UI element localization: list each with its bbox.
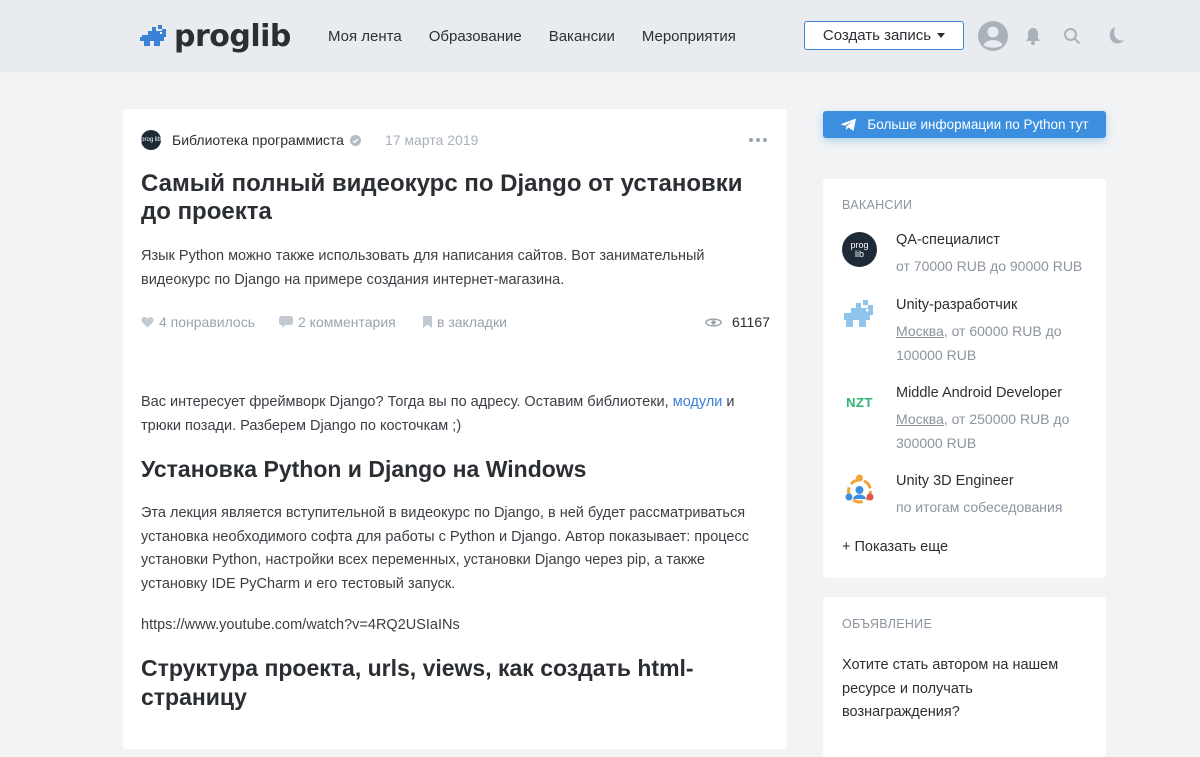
announcement-text[interactable]: Хотите стать автором на нашем ресурсе и … <box>842 654 1082 725</box>
job-logo-nzt: NZT <box>842 385 877 420</box>
create-post-label: Создать запись <box>822 27 932 44</box>
eye-icon <box>705 317 722 327</box>
nav-events[interactable]: Мероприятия <box>642 28 736 45</box>
verified-icon <box>349 134 361 146</box>
source-avatar[interactable]: prog lib <box>141 130 161 150</box>
job-title[interactable]: Middle Android Developer <box>896 385 1062 401</box>
article-stats: 4 понравилось 2 комментария в закладки 6… <box>141 314 770 334</box>
article-meta: prog lib Библиотека программиста 17 март… <box>141 130 478 150</box>
job-details: Москва, от 250000 RUB до 300000 RUB <box>896 408 1101 455</box>
comments-button[interactable]: 2 комментария <box>279 314 396 330</box>
job-salary: от 70000 RUB до 90000 RUB <box>896 258 1083 274</box>
article-title[interactable]: Самый полный видеокурс по Django от уста… <box>141 170 761 226</box>
views-counter: 61167 <box>705 314 770 330</box>
comment-icon <box>279 316 293 328</box>
job-item[interactable]: Unity 3D Engineer по итогам собеседовани… <box>842 473 1102 523</box>
bookmarks-label: в закладки <box>437 314 507 330</box>
bell-icon[interactable] <box>1025 27 1041 45</box>
nav-education[interactable]: Образование <box>429 28 522 45</box>
heart-icon <box>141 316 154 328</box>
modules-link[interactable]: модули <box>673 394 723 410</box>
vacancies-label: ВАКАНСИИ <box>842 198 913 212</box>
main-nav: Моя лента Образование Вакансии Мероприят… <box>328 0 736 72</box>
moon-icon[interactable] <box>1103 26 1125 46</box>
job-logo-text: NZT <box>846 395 873 410</box>
announcement-label: ОБЪЯВЛЕНИЕ <box>842 617 933 631</box>
job-item[interactable]: NZT Middle Android Developer Москва, от … <box>842 385 1102 455</box>
search-icon[interactable] <box>1063 27 1081 45</box>
logo-pixel-icon <box>140 24 166 46</box>
job-item[interactable]: Unity-разработчик Москва, от 60000 RUB д… <box>842 297 1102 367</box>
telegram-icon <box>840 118 857 131</box>
caret-down-icon <box>937 33 946 38</box>
nav-vacancies[interactable]: Вакансии <box>549 28 615 45</box>
job-salary: по итогам собеседования <box>896 499 1063 515</box>
telegram-label: Больше информации по Python тут <box>867 117 1089 132</box>
vacancies-card: ВАКАНСИИ prog lib QA-специалист от 70000… <box>823 179 1106 578</box>
section-heading-install: Установка Python и Django на Windows <box>141 456 587 482</box>
job-logo-proglib: prog lib <box>842 232 877 267</box>
views-count: 61167 <box>732 314 770 330</box>
create-post-button[interactable]: Создать запись <box>804 21 964 50</box>
more-options-icon[interactable] <box>749 138 767 142</box>
announcement-card: ОБЪЯВЛЕНИЕ Хотите стать автором на нашем… <box>823 597 1106 757</box>
comments-count: 2 комментария <box>298 314 396 330</box>
section-paragraph-install: Эта лекция является вступительной в виде… <box>141 505 749 592</box>
article-lead: Язык Python можно также использовать для… <box>141 248 705 288</box>
job-logo-pixel-icon <box>844 300 873 327</box>
job-title[interactable]: Unity 3D Engineer <box>896 473 1014 489</box>
job-city-link[interactable]: Москва <box>896 411 944 427</box>
article-date: 17 марта 2019 <box>384 132 479 148</box>
job-logo-text: prog lib <box>850 239 869 259</box>
intro-text-start: Вас интересует фреймворк Django? Тогда в… <box>141 394 673 410</box>
source-name[interactable]: Библиотека программиста <box>172 132 344 148</box>
job-title[interactable]: QA-специалист <box>896 232 1000 248</box>
job-logo-team-icon <box>845 474 874 504</box>
article-intro: Вас интересует фреймворк Django? Тогда в… <box>141 391 761 438</box>
job-city-link[interactable]: Москва <box>896 323 944 339</box>
show-more-button[interactable]: + Показать еще <box>842 539 948 555</box>
logo-text: proglib <box>174 19 291 54</box>
job-details: Москва, от 60000 RUB до 100000 RUB <box>896 320 1101 367</box>
likes-count: 4 понравилось <box>159 314 256 330</box>
article-card: prog lib Библиотека программиста 17 март… <box>123 109 787 749</box>
job-title[interactable]: Unity-разработчик <box>896 297 1017 313</box>
bookmark-button[interactable]: в закладки <box>423 314 507 330</box>
nav-my-feed[interactable]: Моя лента <box>328 28 402 45</box>
user-avatar-icon[interactable] <box>977 20 1009 52</box>
top-header: proglib Моя лента Образование Вакансии М… <box>0 0 1200 72</box>
like-button[interactable]: 4 понравилось <box>141 314 255 330</box>
bookmark-icon <box>423 316 432 328</box>
video-link[interactable]: https://www.youtube.com/watch?v=4RQ2USIa… <box>141 614 761 638</box>
job-item[interactable]: prog lib QA-специалист от 70000 RUB до 9… <box>842 232 1102 282</box>
section-heading-structure: Структура проекта, urls, views, как созд… <box>141 655 694 710</box>
logo[interactable]: proglib <box>140 19 291 54</box>
telegram-button[interactable]: Больше информации по Python тут <box>823 111 1106 138</box>
